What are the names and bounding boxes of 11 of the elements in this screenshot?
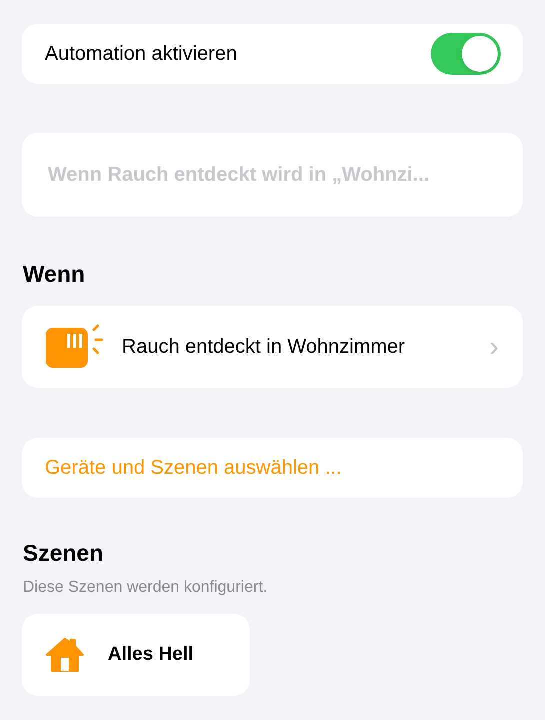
chevron-icon: ›	[490, 332, 499, 360]
name-field[interactable]: Wenn Rauch entdeckt wird in „Wohnzi...	[22, 133, 523, 217]
smoke-sensor-icon	[44, 324, 106, 370]
section-heading: Wenn	[23, 260, 86, 289]
section-heading: Szenen	[23, 538, 105, 568]
toggle-label: Automation aktivieren	[45, 42, 238, 67]
scene-tile[interactable]: Alles Hell	[22, 614, 250, 696]
house-icon	[44, 636, 86, 674]
toggle-switch[interactable]	[431, 33, 501, 75]
trigger-row[interactable]: Rauch entdeckt in Wohnzimmer ›	[22, 306, 523, 388]
section-subtitle: Diese Szenen werden konfiguriert.	[23, 578, 269, 598]
